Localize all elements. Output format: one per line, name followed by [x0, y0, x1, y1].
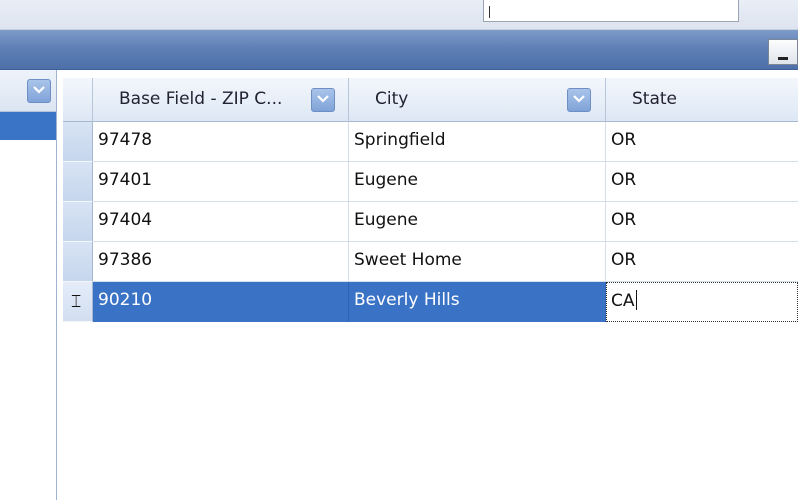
row-selector[interactable]	[63, 162, 93, 202]
chevron-down-icon	[573, 95, 585, 103]
table-row[interactable]: 97478 Springfield OR	[63, 122, 798, 162]
column-header-city[interactable]: City	[349, 78, 606, 122]
cell-city[interactable]: Eugene	[349, 202, 606, 242]
top-toolbar	[0, 0, 798, 30]
i-beam-cursor-icon: ⌶	[71, 292, 82, 312]
cell-city[interactable]: Springfield	[349, 122, 606, 162]
top-input-field[interactable]	[483, 0, 739, 22]
side-panel-dropdown-button[interactable]	[27, 79, 51, 103]
chevron-down-icon	[317, 95, 329, 103]
table-row[interactable]: 97404 Eugene OR	[63, 202, 798, 242]
table-row[interactable]: 97401 Eugene OR	[63, 162, 798, 202]
data-grid: Base Field - ZIP C... City State 97478 S…	[63, 78, 798, 322]
cell-zip[interactable]: 97401	[93, 162, 349, 202]
column-header-zip[interactable]: Base Field - ZIP C...	[93, 78, 349, 122]
table-row-selected[interactable]: ⌶ 90210 Beverly Hills CA	[63, 282, 798, 322]
cell-city[interactable]: Sweet Home	[349, 242, 606, 282]
chevron-down-icon	[33, 86, 45, 94]
side-panel-header	[0, 70, 56, 112]
side-panel	[0, 70, 57, 500]
table-row[interactable]: 97386 Sweet Home OR	[63, 242, 798, 282]
row-selector[interactable]	[63, 242, 93, 282]
text-caret	[635, 290, 637, 310]
minimize-button[interactable]	[768, 39, 798, 65]
cell-state[interactable]: OR	[606, 162, 798, 202]
cell-zip[interactable]: 90210	[93, 282, 349, 322]
column-city-dropdown-button[interactable]	[567, 88, 591, 112]
column-header-state[interactable]: State	[606, 78, 798, 122]
cell-city[interactable]: Eugene	[349, 162, 606, 202]
row-selector[interactable]	[63, 202, 93, 242]
cell-state-editor[interactable]: CA	[606, 282, 798, 322]
row-selector[interactable]: ⌶	[63, 282, 93, 322]
cell-state[interactable]: OR	[606, 122, 798, 162]
cell-state[interactable]: OR	[606, 242, 798, 282]
cell-state-value: CA	[611, 291, 635, 311]
cell-zip[interactable]: 97386	[93, 242, 349, 282]
cell-city[interactable]: Beverly Hills	[349, 282, 606, 322]
panel-title-band	[0, 30, 798, 70]
column-header-label: City	[375, 89, 409, 109]
row-selector[interactable]	[63, 122, 93, 162]
cell-zip[interactable]: 97404	[93, 202, 349, 242]
column-zip-dropdown-button[interactable]	[311, 88, 335, 112]
text-caret	[489, 6, 490, 18]
row-header-corner[interactable]	[63, 78, 93, 122]
cell-zip[interactable]: 97478	[93, 122, 349, 162]
cell-state[interactable]: OR	[606, 202, 798, 242]
column-header-label: State	[632, 89, 677, 109]
grid-header-row: Base Field - ZIP C... City State	[63, 78, 798, 122]
column-header-label: Base Field - ZIP C...	[119, 89, 283, 109]
side-panel-selected-item[interactable]	[0, 112, 56, 140]
